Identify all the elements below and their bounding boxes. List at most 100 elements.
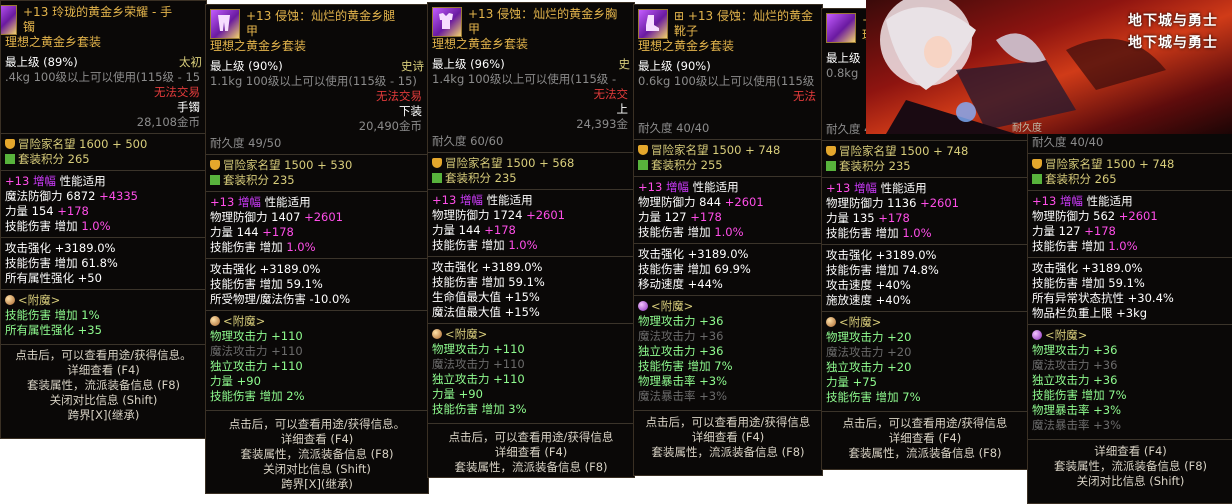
level-requirement: 100级以上可以使用(115级 (673, 74, 815, 88)
item-rarity: 史诗 (401, 59, 424, 73)
item-level: 最上级 (89%) (5, 55, 78, 69)
enchant-line: 物理暴击率 +3% (1032, 403, 1122, 417)
footer-line: 关闭对比信息 (Shift) (1076, 474, 1185, 488)
item-name-line-1: +13 侵蚀：灿烂的黄金乡胸 (468, 7, 618, 21)
stat-bonus: +178 (690, 210, 722, 224)
amp-plus: +13 (432, 193, 457, 207)
stat-bonus: +2601 (724, 195, 764, 209)
stat-label: 技能伤害 增加 (1032, 239, 1109, 253)
item-level: 最上级 (96%) (432, 57, 505, 71)
stat-label: 技能伤害 增加 (638, 225, 715, 239)
item-price: 24,393金 (576, 117, 628, 131)
enchant-title: <附魔> (839, 315, 882, 329)
boots-icon (638, 9, 668, 39)
enchant-line: 独立攻击力 +36 (1032, 373, 1118, 387)
effect-line: 攻击强化 +3189.0% (638, 247, 749, 261)
effect-line: 所有属性强化 +50 (5, 271, 102, 285)
set-score: 套装积分 265 (18, 152, 90, 166)
amp-plus: +13 (210, 195, 235, 209)
footer-line: 点击后，可以查看用途/获得信息 (842, 416, 1008, 430)
amp-plus: +13 (638, 180, 663, 194)
adventurer-fame: 冒险家名望 1500 + 748 (651, 143, 781, 157)
set-name: 理想之黄金乡套装 (210, 39, 307, 53)
effect-line: 技能伤害 增加 59.1% (1032, 276, 1145, 290)
amp-label: 增幅 (32, 174, 56, 188)
enchant-orb-icon (826, 317, 836, 327)
enchant-title: <附魔> (651, 299, 694, 313)
effect-line: 攻击强化 +3189.0% (5, 241, 116, 255)
effect-line: 技能伤害 增加 69.9% (638, 262, 751, 276)
set-score: 套装积分 235 (223, 173, 295, 187)
adventurer-fame: 冒险家名望 1500 + 568 (445, 156, 575, 170)
inherit-action[interactable]: 跨界[X](继承) (1, 408, 206, 423)
enchant-line: 魔法攻击力 +36 (1032, 358, 1118, 372)
enchant-line: 物理攻击力 +36 (1032, 343, 1118, 357)
amp-label: 增幅 (853, 181, 877, 195)
stat-label: 技能伤害 增加 (432, 238, 509, 252)
stat-label: 力量 127 (638, 210, 691, 224)
amp-plus: +13 (826, 181, 851, 195)
set-score-icon (432, 173, 442, 183)
enchant-title: <附魔> (445, 327, 488, 341)
set-name: 理想之黄金乡套装 (432, 37, 529, 51)
stat-label: 技能伤害 增加 (210, 240, 287, 254)
enchant-line: 魔法攻击力 +36 (638, 329, 724, 343)
bracelet-item-icon (1, 5, 17, 35)
footer-line: 套装属性，流派装备信息 (F8) (848, 446, 1002, 460)
item-weight: 0.6kg (638, 74, 671, 88)
stat-bonus: +178 (262, 225, 294, 239)
stat-bonus: +2601 (1118, 209, 1158, 223)
level-requirement: 100级以上可以使用(115级 - 15) (245, 74, 417, 88)
enchant-line: 独立攻击力 +110 (432, 372, 525, 386)
set-score-icon (638, 160, 648, 170)
set-score: 套装积分 265 (1045, 172, 1117, 186)
enchant-line: 魔法暴击率 +3% (1032, 418, 1122, 432)
performance-note: 性能适用 (880, 181, 927, 195)
enchant-line: 技能伤害 增加 7% (1032, 388, 1127, 402)
enchant-line: 技能伤害 增加 7% (826, 390, 921, 404)
game-banner-art: 地下城与勇士 地下城与勇士 耐久度 (866, 0, 1232, 134)
footer-line: 点击后，可以查看用途/获得信息 (448, 430, 614, 444)
enchant-line: 力量 +75 (826, 375, 877, 389)
footer-line: 详细查看 (F4) (691, 430, 765, 444)
inherit-action[interactable]: 跨界[X](继承) (206, 477, 428, 492)
stat-bonus: +2601 (526, 208, 565, 222)
effect-line: 所受物理/魔法伤害 -10.0% (210, 292, 351, 306)
item-tooltip-belt: 耐久度 40/40 冒险家名望 1500 + 748 套装积分 265 +13 … (1027, 130, 1232, 504)
set-score-icon (5, 154, 15, 164)
effect-line: 攻击速度 +40% (826, 278, 911, 292)
enchant-line: 独立攻击力 +36 (638, 344, 724, 358)
footer-line: 套装属性，流派装备信息 (F8) (240, 447, 394, 461)
item-tooltip-bracelet: +13 玲珑的黄金乡荣耀 - 手 镯 理想之黄金乡套装 最上级 (89%) 太初 … (0, 0, 207, 439)
item-rarity: 史 (618, 57, 631, 71)
enchant-orb-icon (1032, 330, 1042, 340)
durability: 耐久度 40/40 (638, 121, 710, 135)
footer-line: 点击后，可以查看用途/获得信息 (645, 415, 811, 429)
enchant-line: 物理暴击率 +3% (638, 374, 728, 388)
effect-line: 技能伤害 增加 61.8% (5, 256, 118, 270)
item-name-line-1: +13 玲珑的黄金乡荣耀 - 手 (23, 5, 173, 19)
enchant-line: 技能伤害 增加 7% (638, 359, 733, 373)
item-name-line-1: ⊞ +13 侵蚀：灿烂的黄金 (674, 9, 814, 23)
performance-note: 性能适用 (59, 174, 106, 188)
footer-line: 点击后，可以查看用途/获得信息。 (15, 348, 192, 362)
amp-plus: +13 (1032, 194, 1057, 208)
stat-bonus: 1.0% (714, 225, 744, 239)
stat-label: 魔法防御力 6872 (5, 189, 100, 203)
effect-line: 攻击强化 +3189.0% (826, 248, 937, 262)
enchant-orb-icon (210, 316, 220, 326)
item-rarity: 太初 (179, 55, 202, 69)
stat-bonus: +2601 (920, 196, 959, 210)
set-name: 理想之黄金乡套装 (638, 39, 735, 53)
amp-label: 增幅 (237, 195, 261, 209)
amp-plus: +13 (5, 174, 30, 188)
stat-bonus: +178 (57, 204, 89, 218)
enchant-line: 独立攻击力 +110 (210, 359, 303, 373)
durability: 耐久度 40/40 (1032, 135, 1104, 149)
item-price: 20,490金币 (358, 119, 422, 133)
level-requirement: 100级以上可以使用(115级 - 15 (33, 70, 201, 84)
durability: 耐久度 60/60 (432, 134, 504, 148)
stat-bonus: 1.0% (508, 238, 538, 252)
amp-label: 增幅 (1059, 194, 1083, 208)
set-score-icon (1032, 174, 1042, 184)
